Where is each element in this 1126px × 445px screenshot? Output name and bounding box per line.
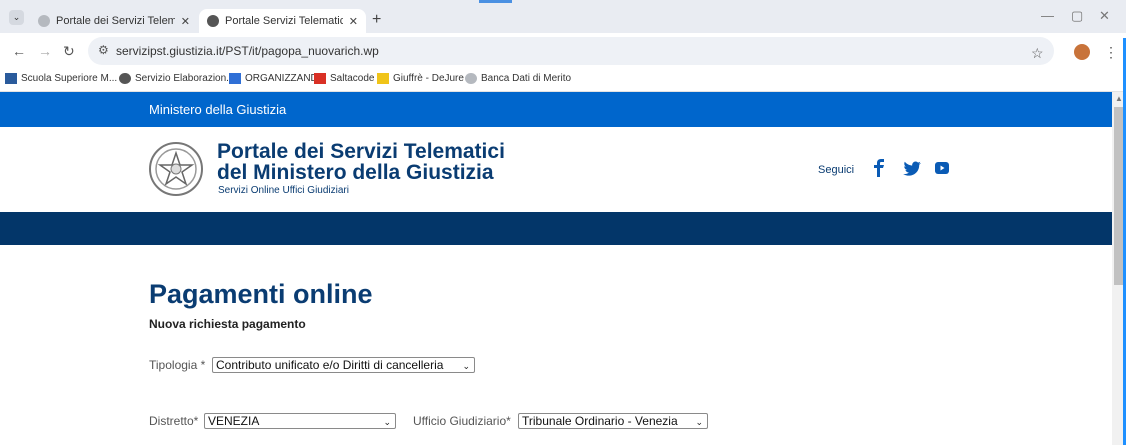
ministry-link[interactable]: Ministero della Giustizia [149, 102, 286, 117]
site-info-icon[interactable]: ⚙ [98, 43, 109, 57]
follow-label: Seguici [818, 164, 855, 176]
tab-search-chevron-icon[interactable]: ⌄ [9, 10, 24, 25]
twitter-icon[interactable] [903, 161, 921, 176]
gear-favicon-icon [38, 15, 50, 27]
address-bar[interactable]: ⚙ servizipst.giustizia.it/PST/it/pagopa_… [88, 37, 1054, 65]
tab-title: Portale Servizi Telematici. Richie [225, 15, 343, 27]
tipologia-selected-value: Contributo unificato e/o Diritti di canc… [216, 358, 444, 372]
back-arrow-icon[interactable]: ← [12, 43, 26, 59]
new-tab-icon[interactable]: + [372, 12, 381, 28]
site-header: Portale dei Servizi Telematici del Minis… [0, 127, 1112, 212]
tab-indicator-line [479, 0, 512, 3]
tab-close-icon[interactable]: ✕ [349, 15, 358, 28]
distretto-select[interactable]: VENEZIA ⌄ [204, 413, 396, 429]
tipologia-label: Tipologia * [149, 358, 206, 372]
bookmark-giuffre-dejure[interactable]: Giuffrè - DeJure [377, 73, 464, 84]
tab-portale-dei-servizi[interactable]: Portale dei Servizi Telematici de ✕ [30, 9, 198, 33]
bookmark-label: Saltacode [330, 73, 375, 84]
bookmark-organizzando[interactable]: ORGANIZZANDO [229, 73, 326, 84]
portal-title-line2: del Ministero della Giustizia [217, 161, 494, 184]
people-icon [229, 73, 241, 84]
italian-emblem-icon[interactable] [148, 139, 204, 201]
bookmark-label: Banca Dati di Merito [481, 73, 572, 84]
globe-icon [119, 73, 131, 84]
distretto-selected-value: VENEZIA [208, 414, 260, 428]
ufficio-select[interactable]: Tribunale Ordinario - Venezia ⌄ [518, 413, 708, 429]
tab-strip: ⌄ Portale dei Servizi Telematici de ✕ Po… [0, 0, 1126, 33]
bookmarks-bar: Scuola Superiore M... Servizio Elaborazi… [0, 69, 1126, 92]
tab-richiesta-pagamento[interactable]: Portale Servizi Telematici. Richie ✕ [199, 9, 366, 33]
ufficio-selected-value: Tribunale Ordinario - Venezia [522, 414, 678, 428]
chevron-down-icon: ⌄ [383, 417, 391, 427]
bookmark-label: Scuola Superiore M... [21, 73, 118, 84]
bookmark-favicon-icon [5, 73, 17, 84]
youtube-icon[interactable] [935, 162, 949, 174]
browser-toolbar: ← → ↻ ⚙ servizipst.giustizia.it/PST/it/p… [0, 33, 1126, 69]
distretto-label: Distretto* [149, 414, 199, 428]
reload-icon[interactable]: ↻ [63, 43, 75, 60]
bookmark-label: Giuffrè - DeJure [393, 73, 464, 84]
portal-subtitle: Servizi Online Uffici Giudiziari [218, 185, 349, 196]
bookmark-servizio-elaborazion[interactable]: Servizio Elaborazion... [119, 73, 235, 84]
tab-title: Portale dei Servizi Telematici de [56, 15, 175, 27]
minimize-icon[interactable]: — [1041, 8, 1054, 23]
tipologia-select[interactable]: Contributo unificato e/o Diritti di canc… [212, 357, 475, 373]
profile-avatar[interactable] [1074, 44, 1090, 60]
bookmark-label: Servizio Elaborazion... [135, 73, 235, 84]
scroll-up-arrow-icon[interactable]: ▲ [1115, 94, 1123, 103]
gmail-icon [314, 73, 326, 84]
bookmark-star-icon[interactable]: ☆ [1031, 45, 1044, 62]
portal-title[interactable]: Portale dei Servizi Telematici del Minis… [217, 141, 505, 183]
navigation-band [0, 212, 1112, 245]
ministry-top-bar: Ministero della Giustizia [0, 92, 1112, 127]
ufficio-label: Ufficio Giudiziario* [413, 414, 511, 428]
gear-favicon-icon [465, 73, 477, 84]
portal-title-line1: Portale dei Servizi Telematici [217, 140, 505, 163]
web-page: Ministero della Giustizia Portale dei Se… [0, 92, 1112, 445]
tab-close-icon[interactable]: ✕ [181, 15, 190, 28]
maximize-icon[interactable]: ▢ [1071, 8, 1083, 24]
globe-favicon-icon [207, 15, 219, 27]
bookmark-scuola-superiore[interactable]: Scuola Superiore M... [5, 73, 117, 84]
bookmark-saltacode[interactable]: Saltacode [314, 73, 374, 84]
chevron-down-icon: ⌄ [695, 417, 703, 427]
kebab-menu-icon[interactable]: ⋮ [1104, 44, 1118, 61]
page-subtitle: Nuova richiesta pagamento [149, 317, 306, 331]
bookmark-banca-dati-di-merito[interactable]: Banca Dati di Merito [465, 73, 571, 84]
forward-arrow-icon[interactable]: → [38, 43, 52, 59]
chevron-down-icon: ⌄ [462, 361, 470, 371]
dj-logo-icon [377, 73, 389, 84]
url-text[interactable]: servizipst.giustizia.it/PST/it/pagopa_nu… [116, 44, 379, 58]
facebook-icon[interactable] [873, 159, 885, 177]
window-close-icon[interactable]: ✕ [1099, 8, 1110, 24]
page-title: Pagamenti online [149, 279, 373, 309]
